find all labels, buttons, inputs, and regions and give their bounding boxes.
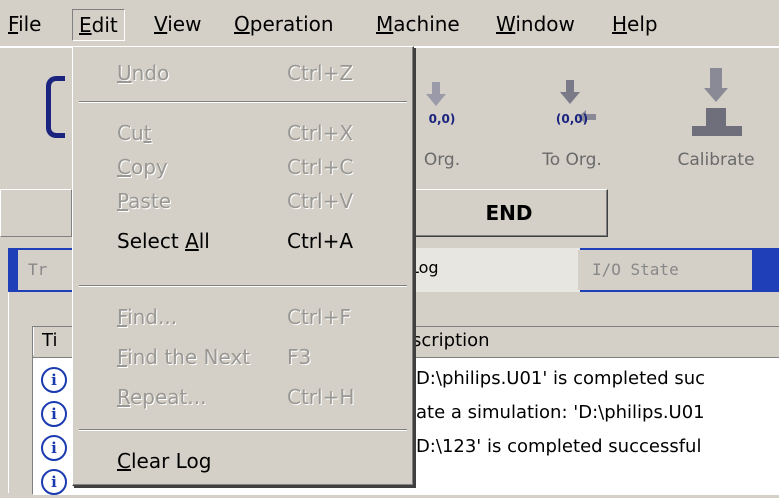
menu-item-select-all[interactable]: Select All Ctrl+A [73, 225, 413, 257]
find-next-label: ind the Next [127, 345, 251, 369]
menu-machine[interactable]: Machine [370, 9, 466, 39]
menu-item-repeat[interactable]: Repeat... Ctrl+H [73, 381, 413, 413]
undo-label: ndo [131, 61, 170, 85]
menu-help[interactable]: Help [606, 9, 664, 39]
paste-label: aste [128, 189, 171, 213]
cut-shortcut: Ctrl+X [287, 121, 354, 145]
calibrate-button[interactable]: Calibrate [666, 58, 766, 178]
menu-machine-label: achine [393, 12, 460, 36]
clear-log-label: lear Log [130, 449, 212, 473]
info-icon: i [41, 435, 67, 461]
menu-window[interactable]: Window [490, 9, 581, 39]
select-all-label-post: ll [198, 229, 210, 253]
select-all-label: Select [117, 229, 186, 253]
select-all-mnemonic: A [185, 229, 199, 253]
menu-item-clear-log[interactable]: Clear Log [73, 445, 413, 477]
menu-item-find-next[interactable]: Find the Next F3 [73, 341, 413, 373]
log-description: 'D:\123' is completed successful [411, 436, 702, 457]
repeat-mnemonic: R [117, 385, 130, 409]
calibrate-label: Calibrate [677, 150, 755, 170]
menu-machine-mnemonic: M [376, 12, 394, 36]
menu-edit[interactable]: Edit [72, 9, 125, 41]
menu-item-paste[interactable]: Paste Ctrl+V [73, 185, 413, 217]
cut-mnemonic: t [143, 121, 152, 145]
tab-log[interactable]: Log [400, 248, 580, 294]
info-icon: i [41, 469, 67, 495]
calibrate-icon [692, 68, 742, 136]
arrow-down-icon [426, 82, 446, 106]
find-shortcut: Ctrl+F [287, 305, 351, 329]
find-next-mnemonic: F [117, 345, 128, 369]
paste-shortcut: Ctrl+V [287, 189, 354, 213]
edit-menu-dropdown: Undo Ctrl+Z Cut Ctrl+X Copy Ctrl+C Paste… [72, 46, 414, 486]
menu-window-label: indow [515, 12, 575, 36]
menu-edit-mnemonic: E [79, 13, 92, 37]
menu-view-mnemonic: V [154, 12, 168, 36]
find-next-shortcut: F3 [287, 345, 312, 369]
repeat-label: epeat... [130, 385, 207, 409]
menu-item-find[interactable]: Find... Ctrl+F [73, 301, 413, 333]
to-org-button[interactable]: (0,0) To Org. [522, 58, 622, 178]
menu-window-mnemonic: W [496, 12, 516, 36]
to-org-coord: (0,0) [555, 112, 589, 126]
menu-bar: File Edit View Operation Machine Window … [0, 0, 779, 47]
menu-separator [79, 285, 407, 287]
info-icon: i [41, 401, 67, 427]
log-description: iate a simulation: 'D:\philips.U01 [411, 402, 705, 423]
tab-io-state[interactable]: I/O State [578, 250, 752, 290]
status-left-panel [0, 189, 72, 237]
find-label: ind... [127, 305, 178, 329]
menu-item-undo[interactable]: Undo Ctrl+Z [73, 57, 413, 89]
menu-operation[interactable]: Operation [228, 9, 340, 39]
clear-log-mnemonic: C [117, 449, 131, 473]
end-status-button[interactable]: END [410, 189, 608, 237]
menu-file[interactable]: File [2, 9, 47, 39]
menu-separator [79, 101, 407, 103]
copy-label: opy [130, 155, 168, 179]
menu-edit-label: dit [91, 13, 118, 37]
copy-shortcut: Ctrl+C [287, 155, 354, 179]
menu-help-mnemonic: H [612, 12, 628, 36]
log-description: 'D:\philips.U01' is completed suc [411, 368, 706, 389]
paste-mnemonic: P [117, 189, 129, 213]
menu-item-cut[interactable]: Cut Ctrl+X [73, 117, 413, 149]
menu-view[interactable]: View [148, 9, 207, 39]
repeat-shortcut: Ctrl+H [287, 385, 355, 409]
cut-label: Cu [117, 121, 144, 145]
menu-help-label: elp [627, 12, 658, 36]
partial-icon [46, 76, 65, 138]
undo-shortcut: Ctrl+Z [287, 61, 354, 85]
menu-view-label: iew [167, 12, 202, 36]
menu-item-copy[interactable]: Copy Ctrl+C [73, 151, 413, 183]
menu-separator [79, 429, 407, 431]
find-mnemonic: F [117, 305, 128, 329]
menu-operation-label: peration [249, 12, 334, 36]
menu-file-label: ile [18, 12, 42, 36]
column-header-description[interactable]: scription [403, 327, 779, 355]
copy-mnemonic: C [117, 155, 131, 179]
info-icon: i [41, 367, 67, 393]
menu-operation-mnemonic: O [234, 12, 250, 36]
select-all-shortcut: Ctrl+A [287, 229, 354, 253]
undo-mnemonic: U [117, 61, 132, 85]
menu-file-mnemonic: F [8, 12, 19, 36]
to-org-label: To Org. [542, 150, 602, 170]
